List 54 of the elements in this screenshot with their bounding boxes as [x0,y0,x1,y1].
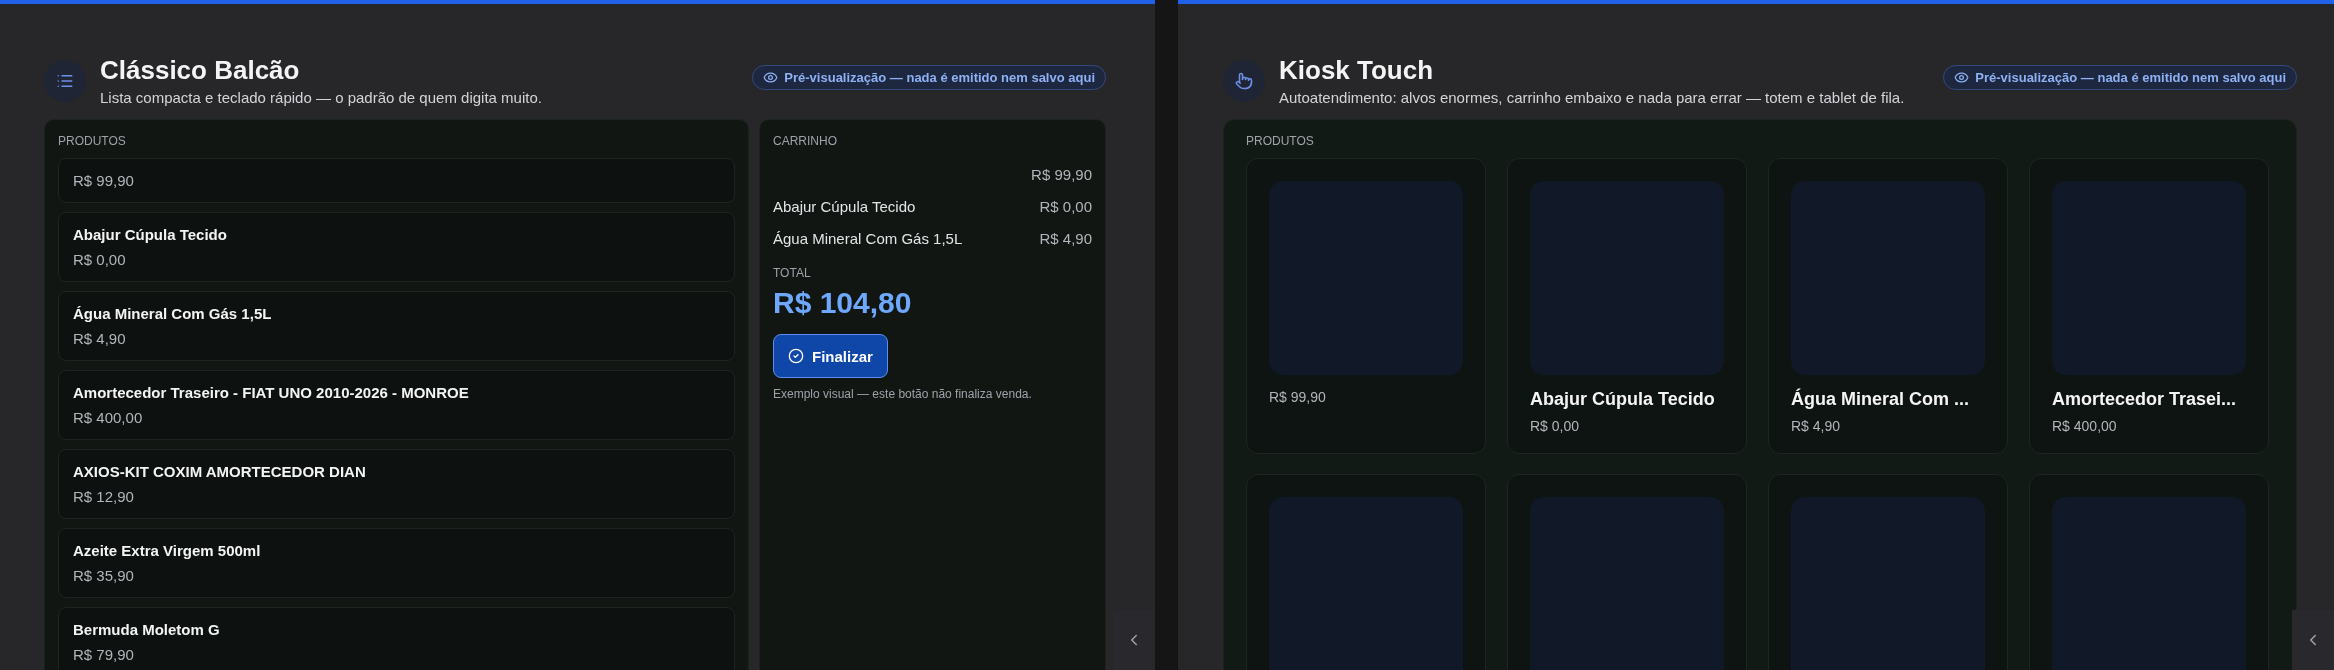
product-row[interactable]: Bermuda Moletom G R$ 79,90 [58,607,735,670]
product-tile[interactable]: Amortecedor Trasei... R$ 400,00 [2029,158,2269,454]
cart-item-price: R$ 0,00 [1039,197,1092,215]
product-name: Água Mineral Com ... [1791,389,1971,410]
eye-icon [1954,70,1970,85]
product-name: Abajur Cúpula Tecido [1530,389,1716,410]
section-label: PRODUTOS [1246,134,1315,148]
finish-button[interactable]: Finalizar [773,334,888,378]
list-icon [56,72,74,90]
panel-subtitle: Autoatendimento: alvos enormes, carrinho embaixo e nada para errar — totem e tablet de fila. [1279,89,1906,107]
product-price: R$ 4,90 [1791,418,1842,434]
product-row[interactable]: Amortecedor Traseiro - FIAT UNO 2010-2026 - MONROE R$ 400,00 [58,370,735,440]
cart-item-name: Água Mineral Com Gás 1,5L [773,229,963,247]
product-price: R$ 400,00 [2052,418,2118,434]
section-label: PRODUTOS [58,134,127,148]
eye-icon [763,70,779,85]
product-tile[interactable]: Água Mineral Com ... R$ 4,90 [1768,158,2008,454]
cart-item-name: Abajur Cúpula Tecido [773,197,916,215]
product-price: R$ 400,00 [73,409,144,426]
product-price: R$ 0,00 [1530,418,1581,434]
product-name: Amortecedor Traseiro - FIAT UNO 2010-2026 - MONROE [73,384,470,401]
cart-item-price: R$ 99,90 [1031,165,1092,183]
product-row[interactable]: R$ 99,90 [58,158,735,203]
hand-pointer-icon [1235,72,1253,90]
product-price: R$ 4,90 [73,330,127,347]
panel-title: Clássico Balcão [100,55,301,85]
product-row[interactable]: Abajur Cúpula Tecido R$ 0,00 [58,212,735,282]
product-price: R$ 79,90 [73,646,135,663]
product-price: R$ 99,90 [73,172,135,189]
panel-title: Kiosk Touch [1279,55,1435,85]
product-price: R$ 35,90 [73,567,135,584]
product-price: R$ 12,90 [73,488,135,505]
product-row[interactable]: Azeite Extra Virgem 500ml R$ 35,90 [58,528,735,598]
total-label: TOTAL [773,266,812,280]
section-label: CARRINHO [773,134,838,148]
product-name: Abajur Cúpula Tecido [73,226,228,243]
note-text: Exemplo visual — este botão não finaliza venda. [773,387,1033,401]
cart-item-price: R$ 4,90 [1039,229,1092,247]
panel-subtitle: Lista compacta e teclado rápido — o padrão de quem digita muito. [100,89,543,107]
product-tile[interactable]: Abajur Cúpula Tecido R$ 0,00 [1507,158,1747,454]
check-circle-icon [788,348,804,364]
total-amount: R$ 104,80 [773,286,913,320]
preview-badge-text: Pré-visualização — nada é emitido nem salvo aqui [1975,70,2286,85]
product-price: R$ 0,00 [73,251,127,268]
product-row[interactable]: AXIOS-KIT COXIM AMORTECEDOR DIAN R$ 12,90 [58,449,735,519]
product-name: Água Mineral Com Gás 1,5L [73,305,273,322]
product-price: R$ 99,90 [1269,389,1327,405]
product-name: Amortecedor Trasei... [2052,389,2238,410]
product-name: Bermuda Moletom G [73,621,221,638]
product-row[interactable]: Água Mineral Com Gás 1,5L R$ 4,90 [58,291,735,361]
product-tile[interactable]: R$ 99,90 [1246,158,1486,454]
product-name: Azeite Extra Virgem 500ml [73,542,262,559]
preview-badge-text: Pré-visualização — nada é emitido nem salvo aqui [784,70,1095,85]
product-name: AXIOS-KIT COXIM AMORTECEDOR DIAN [73,463,367,480]
